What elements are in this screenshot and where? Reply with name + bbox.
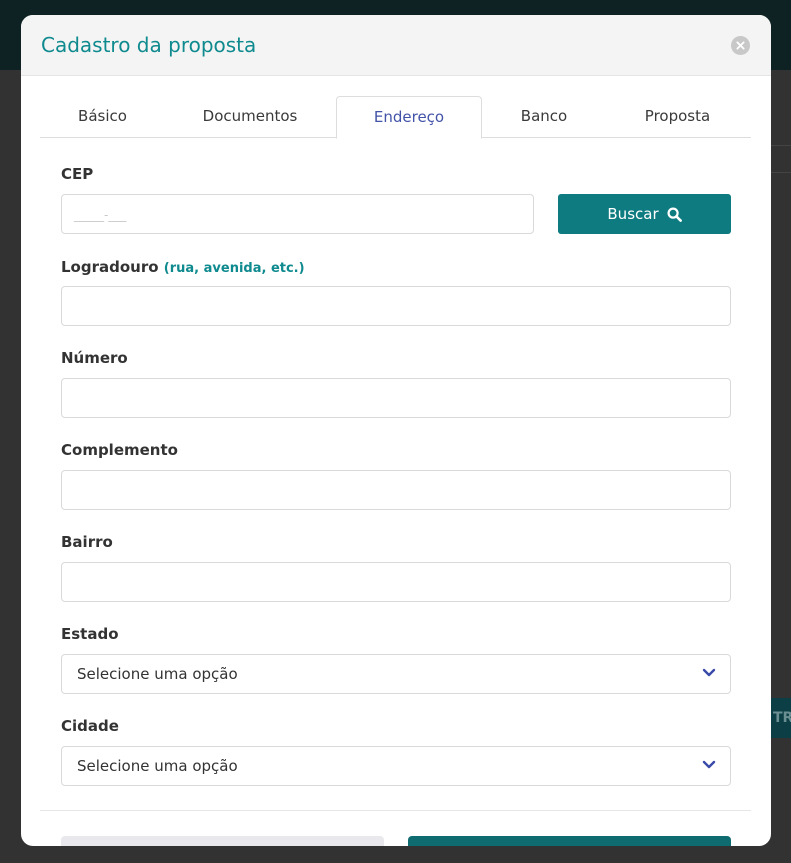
footer-secondary-button[interactable] — [61, 836, 384, 846]
footer-divider — [40, 810, 751, 811]
logradouro-label: Logradouro (rua, avenida, etc.) — [61, 257, 305, 279]
tab-basico[interactable]: Básico — [40, 96, 165, 137]
chevron-down-icon — [702, 668, 716, 677]
tab-bar: Básico Documentos Endereço Banco Propost… — [40, 96, 751, 139]
close-icon — [736, 41, 745, 50]
tab-banco[interactable]: Banco — [490, 96, 598, 137]
backdrop-button: TR — [771, 698, 791, 738]
numero-input[interactable] — [61, 378, 731, 418]
tab-endereco[interactable]: Endereço — [336, 96, 482, 139]
bairro-input[interactable] — [61, 562, 731, 602]
search-cep-button[interactable]: Buscar — [558, 194, 731, 234]
cep-placeholder: _____-___ — [74, 208, 127, 222]
estado-select[interactable]: Selecione uma opção — [61, 654, 731, 694]
cidade-select[interactable]: Selecione uma opção — [61, 746, 731, 786]
cidade-label: Cidade — [61, 717, 119, 735]
backdrop-divider — [771, 145, 791, 146]
tab-documentos[interactable]: Documentos — [175, 96, 325, 137]
logradouro-input[interactable] — [61, 286, 731, 326]
proposal-modal: Cadastro da proposta Básico Documentos E… — [21, 15, 771, 846]
modal-title: Cadastro da proposta — [41, 33, 257, 57]
modal-header: Cadastro da proposta — [21, 15, 771, 76]
estado-selected-value: Selecione uma opção — [77, 665, 238, 683]
backdrop-divider — [771, 172, 791, 173]
cep-input[interactable]: _____-___ — [61, 194, 534, 234]
close-button[interactable] — [731, 36, 750, 55]
logradouro-hint: (rua, avenida, etc.) — [163, 261, 305, 276]
search-button-label: Buscar — [607, 205, 659, 223]
bairro-label: Bairro — [61, 533, 113, 551]
chevron-down-icon — [702, 760, 716, 769]
tab-proposta[interactable]: Proposta — [610, 96, 745, 137]
search-icon — [667, 206, 682, 222]
estado-label: Estado — [61, 625, 119, 643]
numero-label: Número — [61, 349, 128, 367]
footer-primary-button[interactable] — [408, 836, 731, 846]
complemento-input[interactable] — [61, 470, 731, 510]
cep-label: CEP — [61, 165, 94, 183]
logradouro-label-text: Logradouro — [61, 258, 159, 276]
cidade-selected-value: Selecione uma opção — [77, 757, 238, 775]
complemento-label: Complemento — [61, 441, 178, 459]
